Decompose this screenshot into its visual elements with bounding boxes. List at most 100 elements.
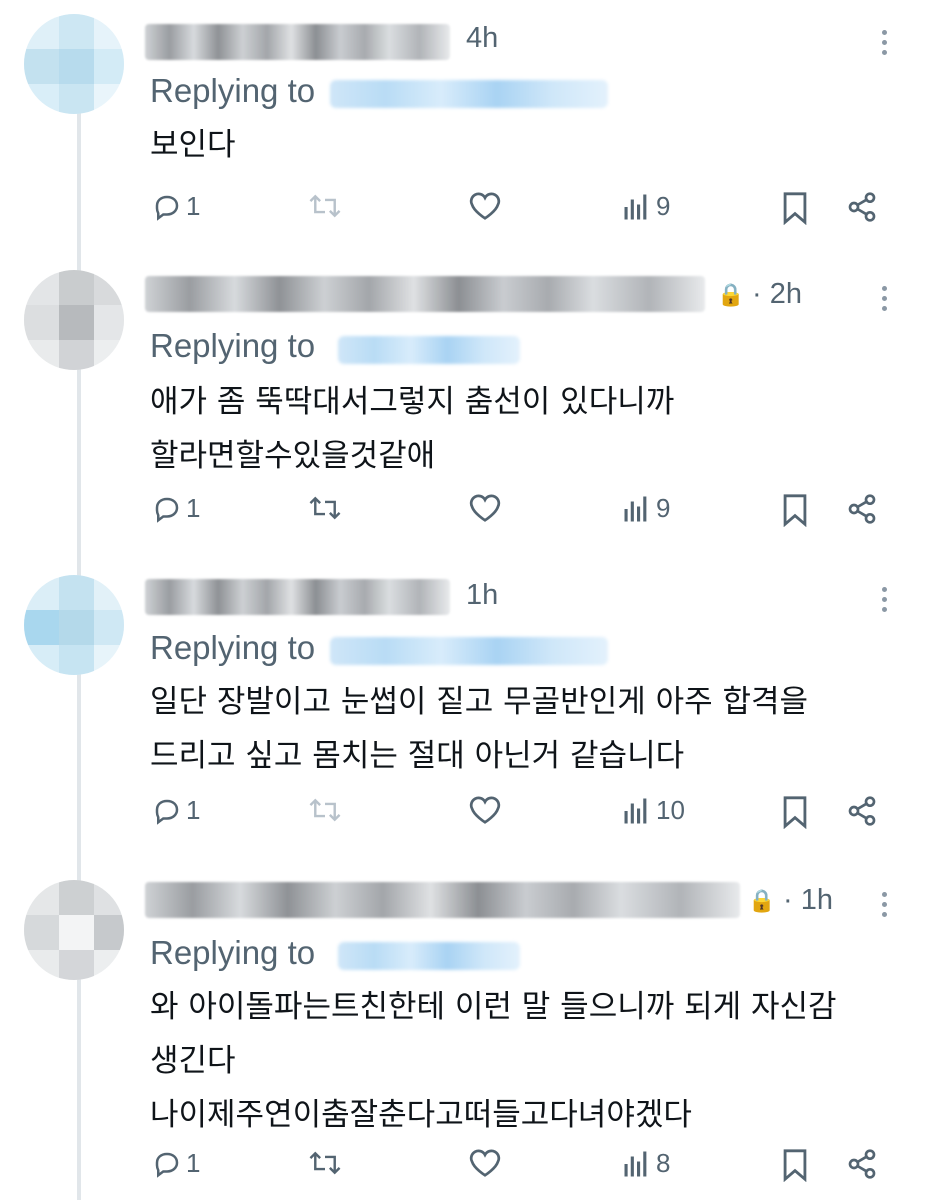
reply-count: 1	[186, 493, 201, 523]
views-button[interactable]: 10	[622, 795, 685, 826]
tweet-text: 애가 좀 뚝딱대서그렇지 춤선이 있다니까 할라면할수있을것같애	[150, 375, 674, 483]
share-button[interactable]	[846, 1148, 878, 1180]
retweet-icon	[309, 1151, 341, 1175]
reply-count: 1	[186, 191, 201, 221]
timestamp[interactable]: · 1h	[783, 884, 833, 917]
views-count: 9	[656, 493, 671, 523]
action-bar: 1 9	[0, 493, 928, 533]
timestamp[interactable]: 1h	[466, 579, 498, 612]
action-bar: 1 8	[0, 1148, 928, 1188]
retweet-button[interactable]	[308, 795, 342, 825]
replying-to-label: Replying to	[150, 934, 316, 971]
avatar[interactable]	[24, 880, 124, 980]
share-icon	[848, 192, 876, 222]
retweet-icon	[309, 798, 341, 822]
heart-icon	[469, 796, 501, 824]
more-icon[interactable]	[882, 30, 890, 55]
tweet-text-line: 애가 좀 뚝딱대서그렇지 춤선이 있다니까	[150, 384, 675, 420]
reply-handle-censored[interactable]	[338, 336, 520, 364]
tweet-text-line: 보인다	[150, 127, 236, 163]
share-icon	[848, 796, 876, 826]
views-count: 8	[656, 1148, 671, 1178]
replying-to-label: Replying to	[150, 629, 316, 666]
share-icon	[848, 1149, 876, 1179]
like-button[interactable]	[468, 191, 502, 221]
bookmark-button[interactable]	[780, 1148, 810, 1182]
bookmark-icon	[783, 494, 807, 527]
tweet-text-line: 와 아이돌파는트친한테 이런 말 들으니까 되게 자신감	[150, 989, 837, 1025]
retweet-icon	[309, 194, 341, 218]
display-name-censored[interactable]	[145, 24, 450, 60]
reply-button[interactable]: 1	[152, 191, 200, 222]
tweet-text: 보인다	[150, 118, 236, 172]
share-button[interactable]	[846, 493, 878, 525]
bookmark-icon	[783, 796, 807, 829]
more-icon[interactable]	[882, 587, 890, 612]
display-name-censored[interactable]	[145, 276, 705, 312]
tweet-text-line: 일단 장발이고 눈썹이 짙고 무골반인게 아주 합격을	[150, 684, 809, 720]
display-name-censored[interactable]	[145, 579, 450, 615]
views-button[interactable]: 9	[622, 493, 670, 524]
lock-icon: 🔒	[748, 889, 776, 914]
like-button[interactable]	[468, 1148, 502, 1178]
bookmark-button[interactable]	[780, 795, 810, 829]
timestamp[interactable]: · 2h	[752, 278, 802, 311]
views-count: 10	[656, 795, 685, 825]
retweet-icon	[309, 496, 341, 520]
like-button[interactable]	[468, 795, 502, 825]
lock-icon: 🔒	[717, 283, 745, 308]
timestamp[interactable]: 4h	[466, 22, 498, 55]
like-button[interactable]	[468, 493, 502, 523]
retweet-button[interactable]	[308, 191, 342, 221]
reply-handle-censored[interactable]	[330, 80, 608, 108]
views-button[interactable]: 8	[622, 1148, 670, 1179]
reply-handle-censored[interactable]	[330, 637, 608, 665]
reply-icon	[155, 497, 179, 523]
reply-count: 1	[186, 1148, 201, 1178]
share-button[interactable]	[846, 191, 878, 223]
views-count: 9	[656, 191, 671, 221]
views-icon	[624, 798, 647, 823]
reply-icon	[155, 799, 179, 825]
reply-handle-censored[interactable]	[338, 942, 520, 970]
tweet-text: 일단 장발이고 눈썹이 짙고 무골반인게 아주 합격을 드리고 싶고 몸치는 절…	[150, 675, 808, 783]
replying-to-label: Replying to	[150, 327, 316, 364]
views-icon	[624, 496, 647, 521]
tweet-text: 와 아이돌파는트친한테 이런 말 들으니까 되게 자신감 생긴다 나이제주연이춤…	[150, 980, 837, 1142]
heart-icon	[469, 192, 501, 220]
views-icon	[624, 1151, 647, 1176]
views-icon	[624, 194, 647, 219]
reply-icon	[155, 1152, 179, 1178]
reply-tweet-2[interactable]: 🔒 · 2h Replying to 애가 좀 뚝딱대서그렇지 춤선이 있다니까…	[0, 260, 928, 560]
retweet-button[interactable]	[308, 1148, 342, 1178]
more-icon[interactable]	[882, 892, 890, 917]
action-bar: 1 10	[0, 795, 928, 835]
avatar[interactable]	[24, 14, 124, 114]
reply-tweet-1[interactable]: 4h Replying to 보인다 1 9	[0, 0, 928, 250]
tweet-text-line: 생긴다	[150, 1043, 236, 1079]
more-icon[interactable]	[882, 286, 890, 311]
heart-icon	[469, 494, 501, 522]
reply-button[interactable]: 1	[152, 1148, 200, 1179]
tweet-text-line: 나이제주연이춤잘춘다고떠들고다녀야겠다	[150, 1097, 692, 1133]
views-button[interactable]: 9	[622, 191, 670, 222]
tweet-text-line: 할라면할수있을것같애	[150, 438, 436, 474]
bookmark-button[interactable]	[780, 493, 810, 527]
avatar[interactable]	[24, 270, 124, 370]
reply-tweet-4[interactable]: 🔒 · 1h Replying to 와 아이돌파는트친한테 이런 말 들으니까…	[0, 868, 928, 1200]
action-bar: 1 9	[0, 191, 928, 231]
replying-to-label: Replying to	[150, 72, 316, 109]
bookmark-icon	[783, 192, 807, 225]
display-name-censored[interactable]	[145, 882, 740, 918]
reply-tweet-3[interactable]: 1h Replying to 일단 장발이고 눈썹이 짙고 무골반인게 아주 합…	[0, 565, 928, 865]
share-button[interactable]	[846, 795, 878, 827]
share-icon	[848, 494, 876, 524]
retweet-button[interactable]	[308, 493, 342, 523]
bookmark-icon	[783, 1149, 807, 1182]
avatar[interactable]	[24, 575, 124, 675]
reply-count: 1	[186, 795, 201, 825]
reply-button[interactable]: 1	[152, 493, 200, 524]
reply-button[interactable]: 1	[152, 795, 200, 826]
tweet-text-line: 드리고 싶고 몸치는 절대 아닌거 같습니다	[150, 738, 685, 774]
bookmark-button[interactable]	[780, 191, 810, 225]
